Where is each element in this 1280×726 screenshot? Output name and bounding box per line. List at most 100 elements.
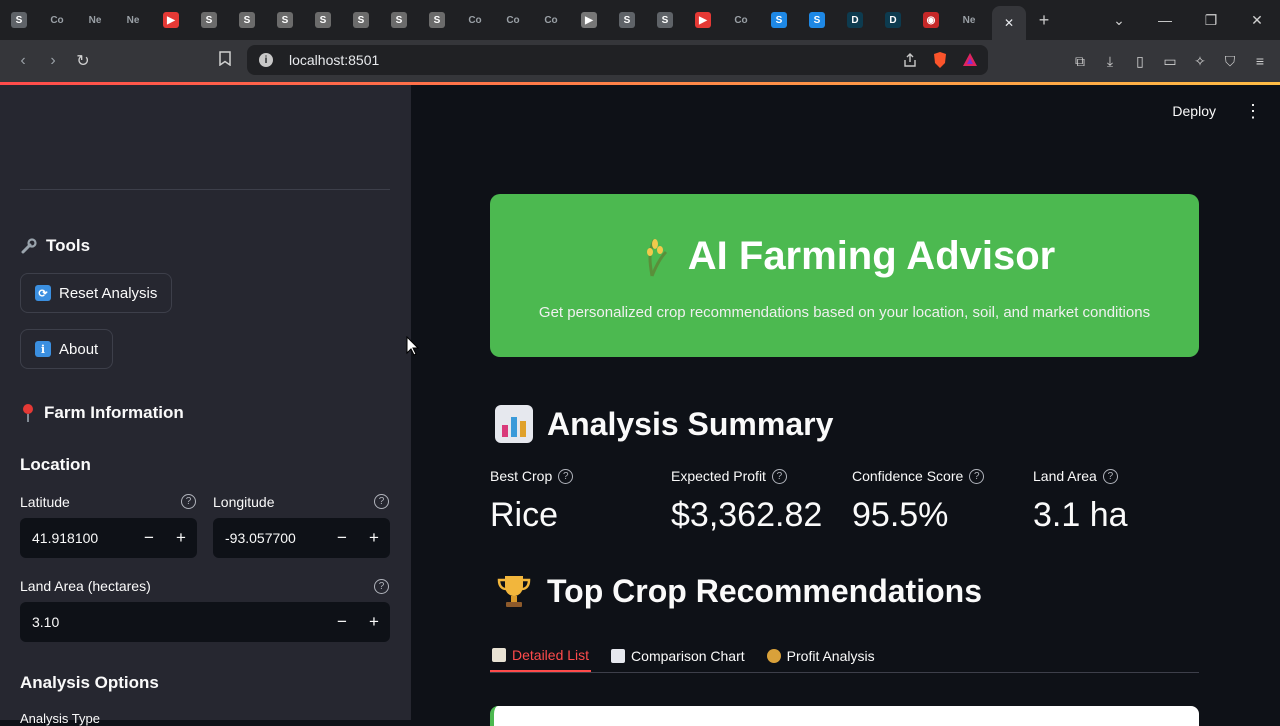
browser-tab[interactable]: S: [646, 0, 684, 40]
latitude-help-icon[interactable]: ?: [181, 494, 196, 509]
longitude-help-icon[interactable]: ?: [374, 494, 389, 509]
recommendation-tabs: Detailed List Comparison Chart Profit An…: [490, 640, 1199, 673]
browser-tab[interactable]: ▶: [684, 0, 722, 40]
reset-analysis-button[interactable]: ⟳ Reset Analysis: [20, 273, 173, 313]
download-icon[interactable]: ⤓: [1100, 53, 1120, 70]
extensions-icon[interactable]: ⧉: [1070, 53, 1090, 70]
tab-favicon: Ne: [126, 14, 140, 26]
site-info-icon[interactable]: i: [259, 53, 273, 67]
vpn-icon[interactable]: ⛉: [1220, 53, 1240, 70]
browser-tab[interactable]: S: [190, 0, 228, 40]
metric-expected-profit: Expected Profit? $3,362.82: [671, 468, 822, 535]
help-icon[interactable]: ?: [1102, 468, 1118, 484]
metric-value: $3,362.82: [671, 496, 823, 534]
minimize-button[interactable]: —: [1142, 12, 1188, 28]
browser-tab[interactable]: Ne: [114, 0, 152, 40]
tab-favicon: S: [239, 12, 255, 28]
bookmark-icon[interactable]: [210, 51, 240, 71]
browser-tab[interactable]: S: [760, 0, 798, 40]
hero-banner: AI Farming Advisor Get personalized crop…: [490, 194, 1199, 357]
browser-tab[interactable]: D: [836, 0, 874, 40]
address-bar[interactable]: i localhost:8501: [247, 45, 988, 75]
browser-tab[interactable]: Co: [722, 0, 760, 40]
metric-label: Confidence Score: [852, 468, 964, 484]
help-icon[interactable]: ?: [969, 468, 985, 484]
browser-tab[interactable]: Co: [532, 0, 570, 40]
land-area-input[interactable]: 3.10 − +: [20, 602, 390, 642]
browser-tab[interactable]: S: [304, 0, 342, 40]
browser-tab[interactable]: S: [266, 0, 304, 40]
browser-tab[interactable]: ▶: [570, 0, 608, 40]
browser-tab[interactable]: Ne: [950, 0, 988, 40]
browser-tab[interactable]: Co: [494, 0, 532, 40]
share-icon[interactable]: [902, 52, 918, 68]
browser-tab[interactable]: S: [342, 0, 380, 40]
browser-tab[interactable]: ◉: [912, 0, 950, 40]
longitude-increment-button[interactable]: +: [358, 528, 390, 548]
deploy-button[interactable]: Deploy: [1172, 103, 1216, 119]
leo-ai-icon[interactable]: ✧: [1190, 53, 1210, 70]
browser-tab[interactable]: ▶: [152, 0, 190, 40]
close-tab-icon[interactable]: ✕: [1004, 16, 1014, 30]
browser-tab[interactable]: S: [798, 0, 836, 40]
land-area-decrement-button[interactable]: −: [326, 612, 358, 632]
metric-best-crop: Best Crop? Rice: [490, 468, 574, 535]
hero-title-text: AI Farming Advisor: [687, 234, 1056, 278]
help-icon[interactable]: ?: [771, 468, 787, 484]
tab-profit-analysis[interactable]: Profit Analysis: [765, 640, 877, 672]
main-content: Deploy ⋮ AI Farming Advisor Get personal…: [411, 85, 1280, 726]
hero-subtitle: Get personalized crop recommendations ba…: [538, 304, 1151, 321]
metric-label: Best Crop: [490, 468, 553, 484]
browser-tab[interactable]: Ne: [76, 0, 114, 40]
land-area-value[interactable]: 3.10: [20, 614, 326, 630]
help-icon[interactable]: ?: [558, 468, 574, 484]
sidebar-toggle-icon[interactable]: ▯: [1130, 53, 1150, 70]
bar-chart-icon: [495, 405, 533, 443]
wallet-icon[interactable]: ▭: [1160, 53, 1180, 70]
restore-button[interactable]: ❐: [1188, 12, 1234, 29]
active-browser-tab[interactable]: ✕: [992, 6, 1026, 40]
tab-favicon: Co: [544, 14, 558, 26]
tab-detailed-list[interactable]: Detailed List: [490, 640, 592, 672]
longitude-input[interactable]: -93.057700 − +: [213, 518, 390, 558]
brave-rewards-icon[interactable]: [962, 52, 978, 68]
longitude-decrement-button[interactable]: −: [326, 528, 358, 548]
browser-tab[interactable]: S: [418, 0, 456, 40]
tab-favicon: Ne: [962, 14, 976, 26]
metric-label: Land Area: [1033, 468, 1097, 484]
longitude-value[interactable]: -93.057700: [213, 530, 326, 546]
new-tab-button[interactable]: +: [1026, 10, 1062, 31]
close-window-button[interactable]: ✕: [1234, 12, 1280, 29]
forward-icon[interactable]: ›: [38, 52, 68, 70]
latitude-decrement-button[interactable]: −: [133, 528, 165, 548]
reload-icon[interactable]: ↻: [68, 51, 98, 71]
browser-tab[interactable]: Co: [38, 0, 76, 40]
location-heading: Location: [20, 455, 91, 474]
browser-tab[interactable]: D: [874, 0, 912, 40]
tab-favicon: S: [619, 12, 635, 28]
latitude-input[interactable]: 41.918100 − +: [20, 518, 197, 558]
browser-tab[interactable]: S: [608, 0, 646, 40]
back-icon[interactable]: ‹: [8, 52, 38, 70]
browser-tab[interactable]: S: [0, 0, 38, 40]
browser-tab[interactable]: S: [380, 0, 418, 40]
tab-favicon: Ne: [88, 14, 102, 26]
brave-shield-icon[interactable]: [932, 51, 948, 69]
land-area-increment-button[interactable]: +: [358, 612, 390, 632]
longitude-label: Longitude: [213, 494, 275, 510]
tab-search-icon[interactable]: ⌄: [1096, 12, 1142, 29]
browser-tab[interactable]: S: [228, 0, 266, 40]
browser-tab[interactable]: Co: [456, 0, 494, 40]
latitude-value[interactable]: 41.918100: [20, 530, 133, 546]
tab-favicon: ◉: [923, 12, 939, 28]
browser-menu-icon[interactable]: ≡: [1250, 53, 1270, 69]
tab-favicon: ▶: [581, 12, 597, 28]
analysis-options-heading: Analysis Options: [20, 673, 159, 692]
latitude-increment-button[interactable]: +: [165, 528, 197, 548]
about-button[interactable]: i About: [20, 329, 114, 369]
land-area-help-icon[interactable]: ?: [374, 579, 389, 594]
browser-tab-strip: S Co Ne Ne ▶ S S S S S S S Co Co Co ▶ S S ▶ Co S S D D ◉ Ne ✕ +: [0, 0, 1280, 40]
metric-value: 95.5%: [852, 496, 949, 534]
tab-comparison-chart[interactable]: Comparison Chart: [609, 640, 747, 672]
main-menu-icon[interactable]: ⋮: [1244, 101, 1262, 122]
